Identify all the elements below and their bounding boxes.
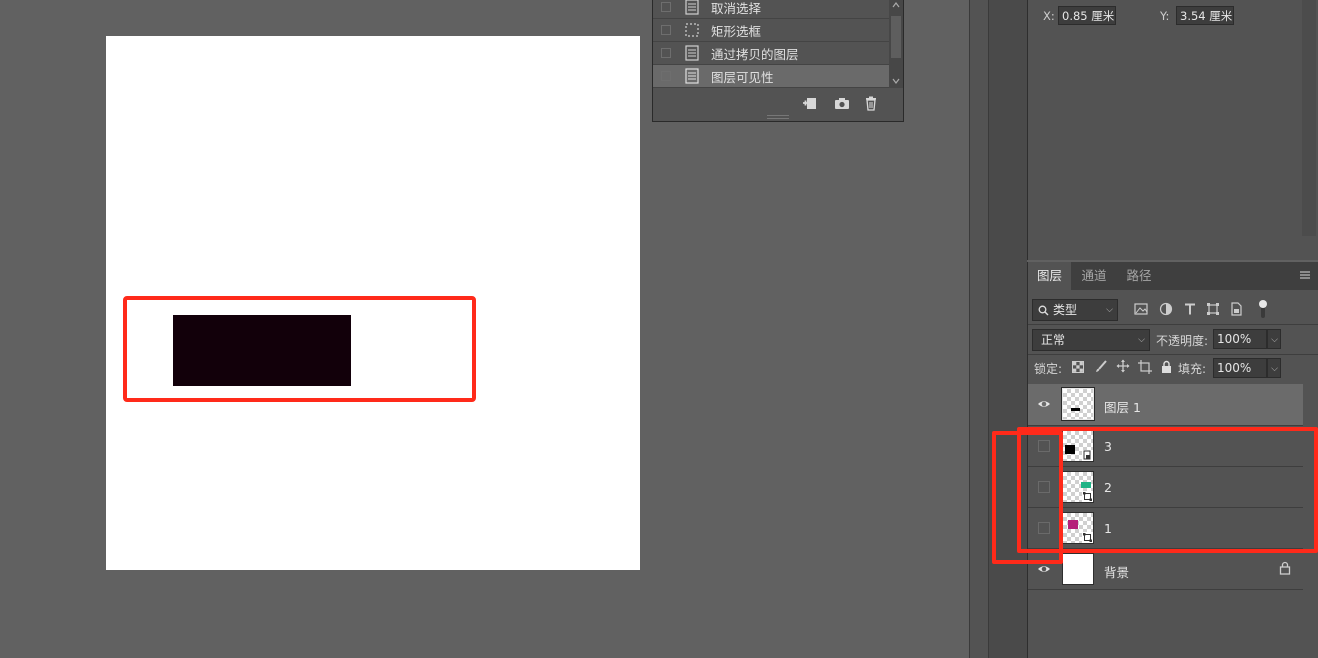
x-label: X: <box>1043 9 1055 23</box>
dock-divider <box>969 0 988 658</box>
layer-row-layer1[interactable]: 图层 1 <box>1028 384 1303 426</box>
opacity-input[interactable]: 100% <box>1213 329 1267 349</box>
marquee-icon <box>685 23 699 37</box>
filter-kind-dropdown[interactable]: 类型 ⌵ <box>1032 299 1118 321</box>
blend-mode-value: 正常 <box>1041 333 1066 347</box>
trash-icon[interactable] <box>862 95 880 111</box>
history-item-label: 矩形选框 <box>711 23 762 39</box>
history-item-rect-marquee[interactable]: 矩形选框 <box>653 19 889 42</box>
layers-tab-bar: 图层 通道 路径 <box>1028 262 1318 290</box>
adjustment-layer-filter-icon[interactable] <box>1159 302 1173 316</box>
lock-label: 锁定: <box>1034 362 1063 376</box>
thumbnail-shape <box>1071 408 1080 411</box>
opacity-dropdown-button[interactable]: ⌵ <box>1267 329 1281 349</box>
search-icon <box>1038 305 1049 316</box>
filter-toggle-switch[interactable] <box>1258 299 1268 319</box>
document-icon <box>685 45 699 61</box>
history-item-deselect[interactable]: 取消选择 <box>653 0 889 19</box>
lock-artboard-icon[interactable] <box>1138 360 1152 374</box>
eye-icon[interactable] <box>1037 562 1051 576</box>
eye-icon[interactable] <box>1037 397 1051 411</box>
document-icon <box>685 0 699 15</box>
history-panel: 取消选择 矩形选框 通过拷贝的图层 图层可见性 <box>652 0 904 122</box>
panel-menu-icon[interactable] <box>1299 270 1311 280</box>
divider <box>1028 324 1318 325</box>
chevron-down-icon: ⌵ <box>1106 305 1113 315</box>
history-snapshot-checkbox[interactable] <box>661 2 671 12</box>
blend-mode-dropdown[interactable]: 正常 ⌵ <box>1032 329 1150 351</box>
lock-image-pixels-brush-icon[interactable] <box>1094 360 1108 374</box>
annotation-highlight-canvas <box>123 296 476 402</box>
lock-all-icon[interactable] <box>1161 360 1172 373</box>
lock-icon[interactable] <box>1279 561 1291 575</box>
properties-scrollbar[interactable] <box>1302 0 1316 236</box>
layer-name[interactable]: 背景 <box>1104 562 1129 581</box>
document-canvas[interactable] <box>106 36 640 570</box>
lock-transparent-pixels-icon[interactable] <box>1072 361 1084 373</box>
lock-position-move-icon[interactable] <box>1116 359 1130 373</box>
new-document-from-state-icon[interactable] <box>801 95 819 111</box>
chevron-down-icon: ⌵ <box>1271 364 1278 374</box>
tab-channels[interactable]: 通道 <box>1073 262 1115 290</box>
fill-label: 填充: <box>1178 362 1207 376</box>
layer-name[interactable]: 图层 1 <box>1104 397 1141 416</box>
document-icon <box>685 68 699 84</box>
layer-thumbnail <box>1061 387 1095 421</box>
y-label: Y: <box>1160 9 1170 23</box>
tab-layers[interactable]: 图层 <box>1028 262 1071 290</box>
x-position-input[interactable]: 0.85 厘米 <box>1058 6 1116 25</box>
opacity-label: 不透明度: <box>1156 334 1209 348</box>
history-snapshot-checkbox[interactable] <box>661 71 671 81</box>
history-item-label: 取消选择 <box>711 0 762 16</box>
fill-input[interactable]: 100% <box>1213 358 1267 378</box>
layer-row-background[interactable]: 背景 <box>1028 549 1303 590</box>
scroll-down-arrow-icon[interactable] <box>892 78 900 84</box>
camera-icon[interactable] <box>833 95 851 111</box>
history-item-layer-visibility[interactable]: 图层可见性 <box>653 65 889 88</box>
layer-thumbnail <box>1062 553 1094 585</box>
divider <box>1028 354 1318 355</box>
annotation-highlight-layers <box>1017 427 1318 553</box>
fill-dropdown-button[interactable]: ⌵ <box>1267 358 1281 378</box>
smart-object-filter-icon[interactable] <box>1229 302 1243 316</box>
chevron-down-icon: ⌵ <box>1138 335 1145 345</box>
history-item-label: 通过拷贝的图层 <box>711 46 799 62</box>
history-item-label: 图层可见性 <box>711 69 774 85</box>
chevron-down-icon: ⌵ <box>1271 335 1278 345</box>
filter-kind-value: 类型 <box>1053 303 1078 317</box>
history-item-layer-via-copy[interactable]: 通过拷贝的图层 <box>653 42 889 65</box>
type-layer-filter-icon[interactable] <box>1183 302 1197 316</box>
history-snapshot-checkbox[interactable] <box>661 25 671 35</box>
scroll-up-arrow-icon[interactable] <box>892 2 900 8</box>
y-position-input[interactable]: 3.54 厘米 <box>1176 6 1234 25</box>
pixel-layer-filter-icon[interactable] <box>1134 302 1148 316</box>
shape-layer-filter-icon[interactable] <box>1206 302 1220 316</box>
tab-paths[interactable]: 路径 <box>1118 262 1160 290</box>
properties-panel: X: 0.85 厘米 Y: 3.54 厘米 <box>1027 0 1318 260</box>
history-snapshot-checkbox[interactable] <box>661 48 671 58</box>
history-scrollbar-thumb[interactable] <box>891 16 901 58</box>
panel-resize-grip[interactable] <box>767 115 789 119</box>
